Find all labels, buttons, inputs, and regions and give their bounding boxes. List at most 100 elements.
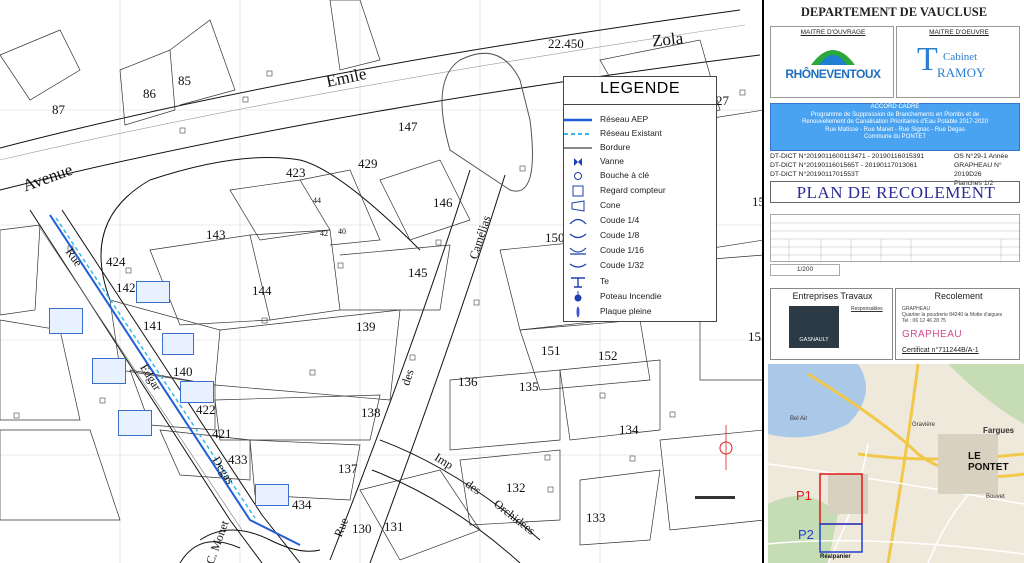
legend-item: Poteau Incendie xyxy=(564,290,716,304)
parcel-number: 40 xyxy=(338,227,346,236)
revision-table xyxy=(770,214,1021,263)
legend-item: Coude 1/8 xyxy=(564,229,716,243)
street-label-zola: Zola xyxy=(651,28,685,51)
program-banner: ACCORD CADRE Programme de Suppression de… xyxy=(770,103,1020,151)
valve-icon xyxy=(574,158,582,166)
parcel-number: 134 xyxy=(619,422,639,437)
rhoneventoux-logo-icon xyxy=(811,50,855,65)
maitre-oeuvre-box: MAITRE D'OEUVRE T Cabinet RAMOY xyxy=(896,26,1020,98)
parcel-number: 142 xyxy=(116,280,136,295)
parcel-number: 131 xyxy=(384,519,404,534)
legend-item: Te xyxy=(564,275,716,289)
parcel-number: 27 xyxy=(716,93,729,108)
gasnault-logo-icon: GASNAULT xyxy=(789,306,839,348)
parcel-number: 132 xyxy=(506,480,526,495)
parcel-number: 42 xyxy=(320,229,328,238)
parcel-number: 146 xyxy=(433,195,453,210)
elbow-quarter-icon xyxy=(569,218,587,225)
distance-label: 22.450 xyxy=(548,36,584,51)
legend: LEGENDE Réseau AEP Réseau Existant Bordu… xyxy=(563,76,717,322)
parcel-number: 136 xyxy=(458,374,478,389)
location-realpanier: Réalpanier xyxy=(820,554,851,560)
parcel-number: 135 xyxy=(519,379,539,394)
parcel-number: 86 xyxy=(143,86,156,101)
parcel-number: 145 xyxy=(408,265,428,280)
parcel-number: 44 xyxy=(313,196,321,205)
parcel-number: 141 xyxy=(143,318,163,333)
parcel-number: 424 xyxy=(106,254,126,269)
parcel-number: 144 xyxy=(252,283,272,298)
survey-map[interactable]: Avenue Emile Zola 22.450 Rue Edgar Degas… xyxy=(0,0,764,563)
rhoneventoux-name: RHÔNEVENTOUX xyxy=(785,67,881,81)
parcel-number: 137 xyxy=(338,461,358,476)
blank-plate-icon xyxy=(576,306,580,318)
parcel-number: 152 xyxy=(598,348,618,363)
parcel-number: 421 xyxy=(212,426,232,441)
cone-icon xyxy=(571,200,585,212)
parcel-number: 151 xyxy=(541,343,561,358)
network-annotation xyxy=(180,381,214,403)
parcel-number: 422 xyxy=(196,402,216,417)
elbow-sixteenth-icon xyxy=(569,247,587,255)
meter-box-icon xyxy=(572,185,584,197)
plan-title-box: PLAN DE RECOLEMENT xyxy=(770,181,1020,203)
existing-network-line-icon xyxy=(564,133,592,135)
department-title: DEPARTEMENT DE VAUCLUSE xyxy=(800,5,988,19)
legend-item: Coude 1/4 xyxy=(564,214,716,228)
legend-title: LEGENDE xyxy=(564,77,716,105)
location-bel-air: Bel Air xyxy=(790,416,808,422)
parcel-number: 85 xyxy=(178,73,191,88)
network-annotation xyxy=(92,358,126,384)
location-le-pontet: LE PONTET xyxy=(968,451,1009,473)
legend-item: Réseau Existant xyxy=(564,127,716,141)
parcel-number: 147 xyxy=(398,119,418,134)
parcel-number: 434 xyxy=(292,497,312,512)
parcel-number: 150 xyxy=(545,230,565,245)
contractor-box: Entreprises Travaux GASNAULT Responsable… xyxy=(770,288,893,360)
parcel-number: 429 xyxy=(358,156,378,171)
network-annotation xyxy=(255,484,289,506)
network-annotation xyxy=(136,281,170,303)
grapheau-logo-icon: GRAPHEAU xyxy=(902,329,963,340)
recolement-box: Recolement GRAPHEAU Quartier la poudreri… xyxy=(895,288,1020,360)
parcel-number: 143 xyxy=(206,227,226,242)
plan-title: PLAN DE RECOLEMENT xyxy=(796,183,996,202)
legend-item: Bordure xyxy=(564,141,716,155)
legend-item: Regard compteur xyxy=(564,184,716,198)
legend-item: Plaque pleine xyxy=(564,305,716,319)
aep-line-icon xyxy=(564,118,592,122)
parcel-number: 423 xyxy=(286,165,306,180)
parcel-number: 140 xyxy=(173,364,193,379)
location-p2: P2 xyxy=(798,527,814,542)
parcel-number: 155 xyxy=(748,329,762,344)
network-annotation xyxy=(49,308,83,334)
legend-item: Bouche à clé xyxy=(564,169,716,183)
elbow-eighth-icon xyxy=(569,233,587,239)
dt-dict-list: DT-DICT N°2019011600113471 - 20190116015… xyxy=(770,153,925,178)
elbow-thirtysecond-icon xyxy=(569,263,587,268)
scale-box: 1/200 xyxy=(770,264,840,276)
parcel-number: 15 xyxy=(752,194,764,209)
parcel-number: 87 xyxy=(52,102,65,117)
certificat: Certificat n°711244B/A-1 xyxy=(902,347,979,354)
tee-icon xyxy=(571,277,585,288)
legend-item: Cone xyxy=(564,199,716,213)
scale-value: 1/200 xyxy=(796,266,814,273)
location-fargues: Fargues xyxy=(983,426,1015,435)
parcel-number: 433 xyxy=(228,452,248,467)
legend-item: Réseau AEP xyxy=(564,113,716,127)
location-bouvet: Bouvet xyxy=(986,494,1005,500)
title-block: DEPARTEMENT DE VAUCLUSE MAITRE D'OUVRAGE… xyxy=(764,0,1024,563)
tramoy-logo-icon: T xyxy=(917,41,938,78)
network-annotation xyxy=(118,410,152,436)
parcel-number: 130 xyxy=(352,521,372,536)
location-map[interactable]: LE PONTET Fargues Gravière Bel Air P1 P2… xyxy=(768,364,1024,563)
legend-item: Coude 1/32 xyxy=(564,259,716,273)
parcel-number: 133 xyxy=(586,510,606,525)
network-annotation xyxy=(162,333,194,355)
parcel-number: 139 xyxy=(356,319,376,334)
parcel-number: 138 xyxy=(361,405,381,420)
legend-item: Vanne xyxy=(564,155,716,169)
location-graviere: Gravière xyxy=(912,422,936,428)
fire-hydrant-icon xyxy=(574,291,582,302)
